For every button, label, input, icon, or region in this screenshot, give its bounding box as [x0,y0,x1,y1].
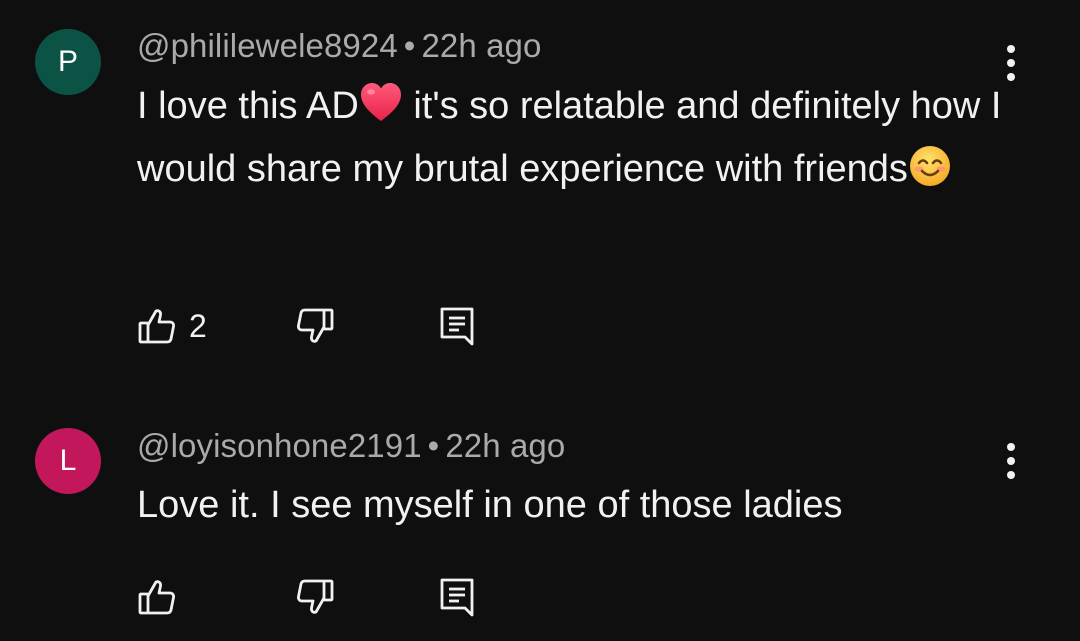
dislike-button[interactable] [295,303,335,349]
reply-icon [437,575,477,619]
comment-thread-2: L @loyisonhone2191 • 22h ago Love it. I se… [0,400,1080,641]
comment-text: I love this AD it's so relatable and def… [137,75,1017,201]
comment-meta: @phililewele8924 • 22h ago [137,27,541,65]
comment-meta: @loyisonhone2191 • 22h ago [137,427,565,465]
like-count: 2 [189,307,207,344]
reply-button[interactable] [437,303,477,349]
dislike-button[interactable] [295,574,335,620]
thumbs-up-icon [137,577,177,617]
avatar[interactable]: L [35,428,101,494]
comment-time[interactable]: 22h ago [421,27,541,64]
reply-button[interactable] [437,574,477,620]
thumbs-up-icon [137,306,177,346]
meta-separator: • [427,427,440,464]
comment-author[interactable]: @phililewele8924 [137,27,398,64]
avatar-letter: P [57,45,78,78]
comment-time[interactable]: 22h ago [445,427,565,464]
comment-actions [137,574,497,620]
avatar-letter: L [59,444,77,477]
comment-actions: 2 [137,303,497,349]
comment-author[interactable]: @loyisonhone2191 [137,427,422,464]
meta-separator: • [403,27,416,64]
like-button[interactable]: 2 [137,303,207,349]
comment-thread-1: P @phililewele8924 • 22h ago I love this A… [0,0,1080,400]
smiling-face-icon [908,144,952,188]
comment-text-part1: I love this AD [137,85,359,127]
avatar[interactable]: P [35,29,101,95]
like-button[interactable] [137,574,189,620]
thumbs-down-icon [295,577,335,617]
red-heart-icon [359,81,403,125]
reply-icon [437,304,477,348]
comment-text: Love it. I see myself in one of those la… [137,484,843,526]
thumbs-down-icon [295,306,335,346]
